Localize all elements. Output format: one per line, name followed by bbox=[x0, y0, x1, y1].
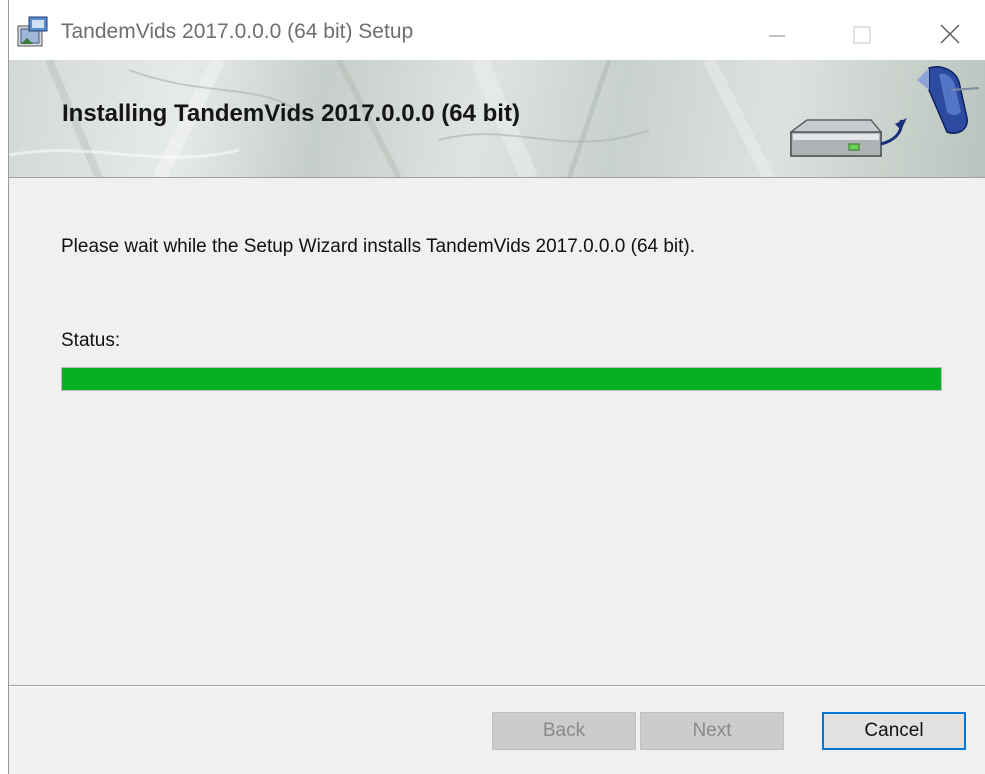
installer-package-icon bbox=[15, 14, 51, 50]
setup-wizard-window: TandemVids 2017.0.0.0 (64 bit) Setup Ins… bbox=[8, 0, 985, 774]
banner-title: Installing TandemVids 2017.0.0.0 (64 bit… bbox=[62, 100, 520, 127]
close-button[interactable] bbox=[917, 0, 979, 60]
maximize-button[interactable] bbox=[831, 0, 893, 60]
header-banner: Installing TandemVids 2017.0.0.0 (64 bit… bbox=[9, 60, 985, 178]
install-progress-bar bbox=[61, 367, 942, 391]
install-progress-fill bbox=[62, 368, 941, 390]
back-button[interactable]: Back bbox=[492, 712, 636, 750]
minimize-icon bbox=[769, 35, 785, 37]
cancel-button[interactable]: Cancel bbox=[822, 712, 966, 750]
status-label: Status: bbox=[61, 330, 121, 351]
footer-divider bbox=[9, 685, 985, 687]
title-bar[interactable]: TandemVids 2017.0.0.0 (64 bit) Setup bbox=[9, 0, 985, 60]
minimize-button[interactable] bbox=[745, 0, 807, 60]
next-button[interactable]: Next bbox=[640, 712, 784, 750]
window-title: TandemVids 2017.0.0.0 (64 bit) Setup bbox=[61, 20, 414, 43]
install-description: Please wait while the Setup Wizard insta… bbox=[61, 236, 696, 257]
close-icon bbox=[940, 24, 960, 44]
maximize-icon bbox=[853, 26, 871, 44]
hard-drive-install-icon bbox=[790, 66, 979, 157]
